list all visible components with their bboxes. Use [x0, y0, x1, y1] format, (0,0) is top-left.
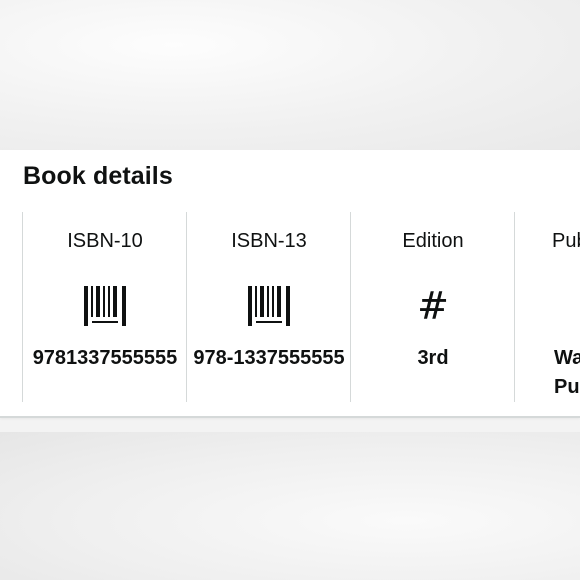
isbn-10-card[interactable]: ISBN-10 9781337555555: [22, 212, 187, 402]
publisher-value: Wadsworth Publishing: [554, 347, 580, 398]
publisher-card[interactable]: Publisher Wadsworth Publishing: [514, 212, 580, 402]
edition-value: 3rd: [417, 347, 449, 369]
isbn-13-value: 978-1337555555: [193, 347, 345, 369]
section-title: Book details: [23, 162, 173, 190]
book-details-panel: Book details ISBN-10 9781337555555 ISBN-…: [0, 150, 580, 418]
isbn-13-label: ISBN-13: [231, 230, 307, 252]
barcode-icon: [246, 284, 292, 328]
page-background-bottom: [0, 432, 580, 580]
isbn-10-label: ISBN-10: [67, 230, 143, 252]
page-background-top: [0, 0, 580, 150]
edition-label: Edition: [402, 230, 464, 252]
edition-card[interactable]: Edition # 3rd: [350, 212, 515, 402]
building-icon: [573, 284, 580, 328]
isbn-13-card[interactable]: ISBN-13 978-1337555555: [186, 212, 351, 402]
barcode-icon: [82, 284, 128, 328]
hash-icon: #: [417, 284, 449, 328]
isbn-10-value: 9781337555555: [32, 347, 178, 369]
publisher-label: Publisher: [552, 230, 580, 252]
